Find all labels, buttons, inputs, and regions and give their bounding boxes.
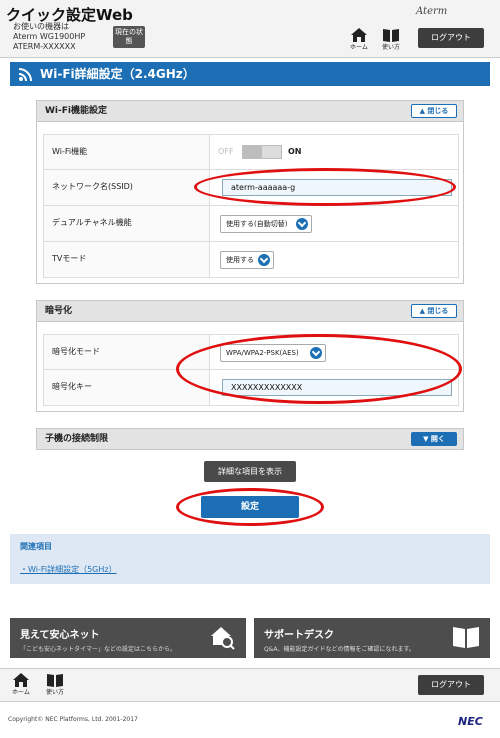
client-limit-expand-button[interactable]: ▼ 開く bbox=[411, 432, 457, 446]
related-link-label: Wi-Fi詳細設定（5GHz） bbox=[28, 565, 117, 574]
home-nav-button[interactable]: ホーム bbox=[350, 28, 368, 51]
home-nav-label: ホーム bbox=[350, 44, 368, 51]
expand-label: 開く bbox=[430, 435, 445, 443]
manual-nav-label: 使い方 bbox=[382, 44, 401, 51]
footer-home-label: ホーム bbox=[12, 689, 30, 696]
tv-mode-select[interactable]: 使用する bbox=[220, 251, 274, 269]
dual-channel-select[interactable]: 使用する(自動切替) bbox=[220, 215, 312, 233]
wifi-function-label: Wi-Fi機能 bbox=[44, 135, 210, 169]
support-desk-banner[interactable]: サポートデスク Q&A、機能設定ガイドなどの情報をご確認になれます。 bbox=[254, 618, 490, 658]
wifi-settings-header: Wi-Fi機能設定 ▲ 閉じる bbox=[36, 100, 464, 122]
related-title: 関連項目 bbox=[20, 542, 52, 551]
switch-on-label: ON bbox=[288, 147, 302, 156]
copyright: Copyright© NEC Platforms, Ltd. 2001-2017 bbox=[8, 716, 138, 723]
wifi-icon bbox=[18, 68, 32, 82]
book-icon bbox=[453, 627, 479, 648]
device-info: お使いの機器は Aterm WG1900HP ATERM-XXXXXX bbox=[13, 22, 85, 52]
wifi-settings-collapse-button[interactable]: ▲ 閉じる bbox=[411, 104, 457, 118]
tv-mode-label: TVモード bbox=[44, 242, 210, 277]
related-link-5ghz[interactable]: ・Wi-Fi詳細設定（5GHz） bbox=[20, 564, 117, 575]
ssid-label: ネットワーク名(SSID) bbox=[44, 170, 210, 205]
page-title-bar: Wi-Fi詳細設定（2.4GHz） bbox=[10, 62, 490, 86]
encryption-collapse-button[interactable]: ▲ 閉じる bbox=[411, 304, 457, 318]
footer-nav: ホーム 使い方 ログアウト bbox=[0, 668, 500, 702]
home-icon bbox=[350, 28, 367, 42]
device-model: Aterm WG1900HP bbox=[13, 32, 86, 41]
switch-off-label: OFF bbox=[218, 147, 234, 156]
footer-manual-button[interactable]: 使い方 bbox=[46, 673, 64, 696]
footer-logout-button[interactable]: ログアウト bbox=[418, 675, 484, 695]
wifi-settings-body: Wi-Fi機能 OFF ON ネットワーク名(SSID) aterm-aaaaa… bbox=[36, 122, 464, 284]
client-limit-heading: 子機の接続制限 bbox=[45, 434, 109, 444]
footer-home-button[interactable]: ホーム bbox=[12, 673, 30, 696]
safety-net-desc: 「こども安心ネットタイマー」などの設定はこちらから。 bbox=[20, 646, 177, 653]
aterm-logo: Aterm bbox=[416, 6, 448, 17]
highlight-oval-ssid bbox=[194, 168, 456, 206]
device-label: お使いの機器は bbox=[13, 22, 69, 31]
dual-channel-value: 使用する(自動切替) bbox=[226, 220, 288, 228]
logout-button[interactable]: ログアウト bbox=[418, 28, 484, 48]
home-icon bbox=[12, 673, 29, 687]
manual-nav-button[interactable]: 使い方 bbox=[382, 28, 400, 51]
device-ssid: ATERM-XXXXXX bbox=[13, 42, 76, 51]
encryption-heading: 暗号化 bbox=[45, 306, 73, 316]
nec-logo: NEC bbox=[458, 715, 483, 728]
header: クイック設定Web お使いの機器は Aterm WG1900HP ATERM-X… bbox=[0, 0, 500, 58]
footer-manual-label: 使い方 bbox=[46, 689, 65, 696]
chevron-down-icon bbox=[296, 218, 308, 230]
highlight-oval-encryption bbox=[176, 334, 462, 404]
client-limit-header: 子機の接続制限 ▼ 開く bbox=[36, 428, 464, 450]
related-panel: 関連項目 ・Wi-Fi詳細設定（5GHz） bbox=[10, 534, 490, 584]
support-desk-title: サポートデスク bbox=[264, 630, 334, 641]
dual-channel-row: デュアルチャネル機能 使用する(自動切替) bbox=[43, 206, 459, 242]
support-desk-desc: Q&A、機能設定ガイドなどの情報をご確認になれます。 bbox=[264, 646, 415, 653]
highlight-oval-submit bbox=[176, 488, 324, 526]
dual-channel-label: デュアルチャネル機能 bbox=[44, 206, 210, 241]
encryption-header: 暗号化 ▲ 閉じる bbox=[36, 300, 464, 322]
book-icon bbox=[47, 674, 63, 687]
wifi-function-row: Wi-Fi機能 OFF ON bbox=[43, 134, 459, 170]
page-title: Wi-Fi詳細設定（2.4GHz） bbox=[40, 67, 195, 81]
switch-knob bbox=[242, 145, 262, 159]
safety-net-banner[interactable]: 見えて安心ネット 「こども安心ネットタイマー」などの設定はこちらから。 bbox=[10, 618, 246, 658]
book-icon bbox=[383, 29, 399, 42]
home-search-icon bbox=[211, 627, 235, 650]
collapse-label: 閉じる bbox=[427, 307, 449, 315]
wifi-switch: OFF ON bbox=[218, 145, 302, 159]
chevron-down-icon bbox=[258, 254, 270, 266]
safety-net-title: 見えて安心ネット bbox=[20, 630, 100, 641]
collapse-label: 閉じる bbox=[427, 107, 449, 115]
tv-mode-value: 使用する bbox=[226, 256, 254, 264]
tv-mode-row: TVモード 使用する bbox=[43, 242, 459, 278]
current-status-button[interactable]: 現在の状態 bbox=[113, 26, 145, 48]
wifi-settings-heading: Wi-Fi機能設定 bbox=[45, 106, 107, 116]
show-details-button[interactable]: 詳細な項目を表示 bbox=[204, 461, 296, 482]
